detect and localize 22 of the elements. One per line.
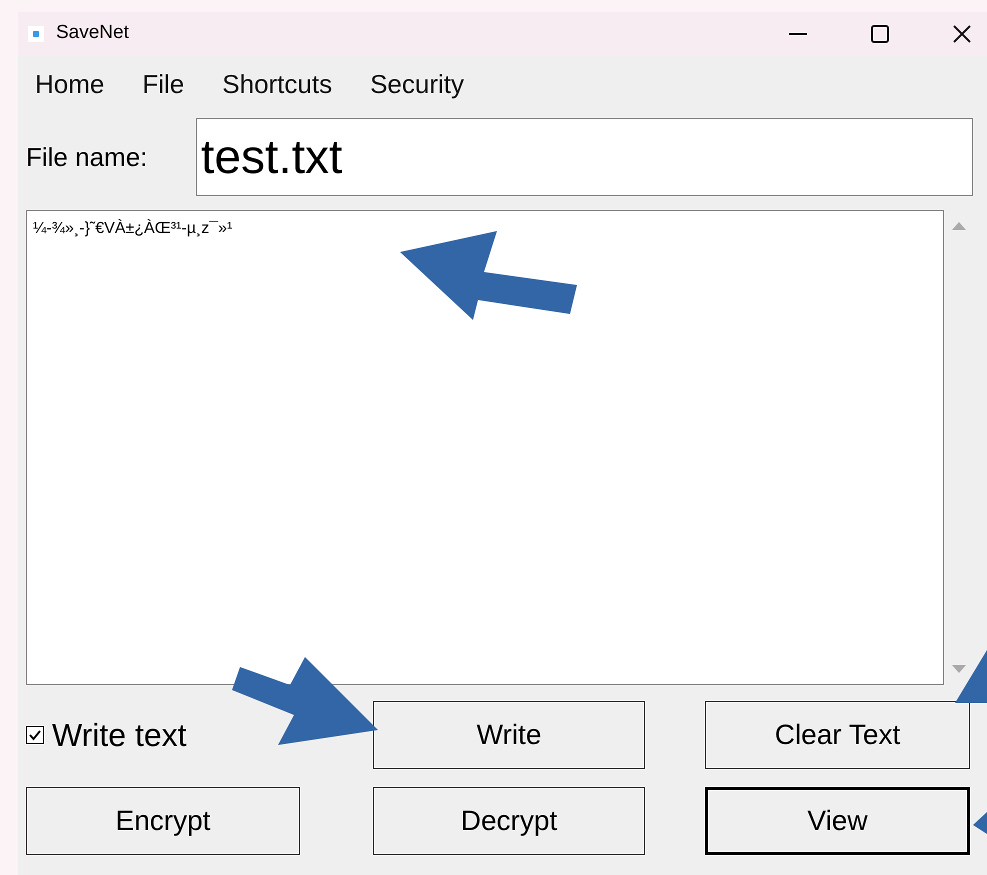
field-label: File name: [26,140,148,174]
checkbox[interactable] [26,726,44,744]
action-button[interactable]: Decrypt [373,787,645,855]
maximize-icon[interactable] [871,24,889,42]
window-title: SaveNet [56,21,129,46]
action-button[interactable]: Write [373,701,645,769]
annotation-arrow [973,812,987,834]
file-name-field[interactable]: test.txt [196,118,973,196]
annotation-arrow [955,650,987,705]
menu-item[interactable]: Home [28,64,112,104]
close-icon[interactable] [953,24,971,42]
action-button[interactable]: View [705,787,970,855]
checkbox-label: Write text [52,716,187,755]
menu-item[interactable]: Security [363,64,472,104]
text-area[interactable]: ¼-¾»¸-}˜€VÀ±¿ÀŒ³¹-µ¸z¯»¹ [26,210,944,685]
app-icon [28,26,44,42]
minimize-icon[interactable] [789,32,807,34]
menu-item[interactable]: Shortcuts [215,64,340,104]
action-button[interactable]: Clear Text [705,701,970,769]
action-button[interactable]: Encrypt [26,787,300,855]
menu-item[interactable]: File [135,64,192,104]
check-icon [29,729,41,741]
